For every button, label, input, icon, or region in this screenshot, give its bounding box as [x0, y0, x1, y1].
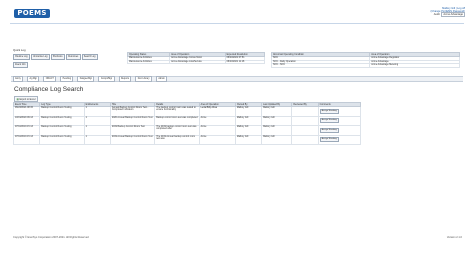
outcomes-button[interactable]: Outcomes: [65, 54, 81, 60]
table-cell: Acme Advantage Metering: [369, 63, 460, 68]
table-row[interactable]: 07/16/2019 15:13 Backup Control Room Tes…: [12, 134, 362, 145]
header-divider: [10, 23, 464, 24]
quick-log-row-1: Routine Log Unroutine Log Shortcuts Outc…: [13, 54, 98, 60]
details-cell: The 2019 Annual backup control room test…: [154, 134, 200, 145]
area-cell: Leola/Billy Allwa: [198, 106, 236, 117]
owned-by-cell: Mallory Gill: [234, 134, 263, 145]
nav-ag-mgr[interactable]: Ag Mgr: [27, 76, 40, 82]
entitlements-cell: 1: [83, 115, 111, 126]
entitlements-cell: 1: [83, 125, 111, 136]
owned-by-cell: Mallory Gill: [234, 125, 263, 136]
table-row[interactable]: SOC - SOC Acme Advantage Metering: [270, 63, 460, 68]
area-cell: Acme: [198, 125, 236, 136]
copyright-text: Copyright © EnerSys Corporation 2007-202…: [13, 236, 89, 239]
version-text: Version 2.1.0: [446, 236, 462, 239]
reviewed-by-cell: [291, 106, 319, 117]
assign-reading-button[interactable]: Assign Reading: [319, 127, 339, 133]
details-cell: The backup control room was tested to en…: [154, 106, 200, 117]
area-cell: Acme: [198, 134, 236, 145]
role-label: Audit: [433, 13, 440, 17]
owned-by-cell: Mallory Gill: [234, 115, 263, 126]
log-type-cell: Backup Control Room Testing: [39, 106, 85, 117]
entitlements-cell: 1: [83, 106, 111, 117]
reviewed-by-cell: [291, 125, 319, 136]
updated-by-cell: Mallory Gill: [261, 106, 293, 117]
log-type-cell: Backup Control Room Testing: [39, 125, 85, 136]
event-time-cell: 10/19/2020 09:13: [12, 115, 41, 126]
org-select[interactable]: Acme Advantage: [441, 12, 465, 18]
operating-status-table: Operating Status Area of Operation Expec…: [126, 52, 266, 65]
comments-cell: Assign Reading: [317, 115, 362, 126]
role-org-line: Audit Acme Advantage: [431, 12, 465, 18]
nav-pending[interactable]: Pending: [60, 76, 74, 82]
table-cell: 06/24/2021 11:18: [224, 59, 266, 65]
title-cell: 2020 Annual Backup Control Room Test: [109, 115, 156, 126]
area-cell: Acme: [198, 115, 236, 126]
nav-compt-mgr[interactable]: Compt/Mgr: [98, 76, 115, 82]
table-cell: SOC - SOC: [270, 63, 371, 68]
comments-cell: Assign Reading: [317, 134, 362, 145]
nav-doc-library[interactable]: Doc Library: [135, 76, 152, 82]
event-time-cell: 06/23/2021 08:15: [12, 106, 41, 117]
event-time-cell: 07/16/2019 15:13: [12, 134, 41, 145]
assign-reading-button[interactable]: Assign Reading: [319, 108, 339, 114]
details-cell: The 2019 backup control room test was co…: [154, 125, 200, 136]
shortcuts-button[interactable]: Shortcuts: [50, 54, 65, 60]
log-type-cell: Backup Control Room Testing: [39, 134, 85, 145]
title-cell: 2019 Backup Control Room Test: [109, 125, 156, 136]
log-type-cell: Backup Control Room Testing: [39, 115, 85, 126]
title-cell: Annual Backup Control Room Test - Comple…: [109, 106, 156, 117]
comments-cell: Assign Reading: [317, 106, 362, 117]
event-info-button[interactable]: Event Info: [13, 62, 28, 68]
routine-log-button[interactable]: Routine Log: [13, 54, 30, 60]
export-label: Export to Excel: [19, 97, 36, 101]
search-log-button[interactable]: Search Log: [81, 54, 98, 60]
page-title: Compliance Log Search: [14, 86, 84, 93]
poems-logo: POEMS: [14, 9, 50, 18]
details-cell: Backup control room test was completed: [154, 115, 200, 126]
table-cell: Maintenance Activities: [126, 59, 171, 65]
nav-fatigue-mgr[interactable]: Fatigue/Mgr: [77, 76, 95, 82]
entitlements-cell: 1: [83, 134, 111, 145]
user-panel: Mallory Gill | Log off (Change PLOEMS Pa…: [431, 7, 465, 18]
table-row[interactable]: Maintenance Activities Acme Advantage Li…: [126, 59, 266, 65]
owned-by-cell: Mallory Gill: [234, 106, 263, 117]
nav-admin[interactable]: Admin: [155, 76, 168, 82]
results-table: Event Time Log Type Entitlements Title D…: [12, 102, 362, 145]
table-row[interactable]: 10/19/2020 09:13 Backup Control Room Tes…: [12, 115, 362, 126]
assign-reading-button[interactable]: Assign Reading: [319, 118, 339, 124]
table-row[interactable]: 06/23/2021 08:15 Backup Control Room Tes…: [12, 106, 362, 117]
nav-reports[interactable]: Reports: [118, 76, 132, 82]
abnormal-condition-table: Abnormal Operating Condition Area of Ope…: [270, 52, 460, 68]
reviewed-by-cell: [291, 115, 319, 126]
updated-by-cell: Mallory Gill: [261, 115, 293, 126]
nav-entry[interactable]: Entry: [13, 76, 24, 82]
event-time-cell: 07/16/2019 15:13: [12, 125, 41, 136]
updated-by-cell: Mallory Gill: [261, 125, 293, 136]
nav-oract[interactable]: ORACT: [43, 76, 57, 82]
table-row[interactable]: 07/16/2019 15:13 Backup Control Room Tes…: [12, 125, 362, 136]
quick-log-row-2: Event Info: [13, 62, 98, 68]
unroutine-log-button[interactable]: Unroutine Log: [30, 54, 50, 60]
title-cell: 2019 Annual Backup Control Room Test: [109, 134, 156, 145]
main-nav: Entry Ag Mgr ORACT Pending Fatigue/Mgr C…: [11, 76, 463, 82]
assign-reading-button[interactable]: Assign Reading: [319, 137, 339, 143]
comments-cell: Assign Reading: [317, 125, 362, 136]
updated-by-cell: Mallory Gill: [261, 134, 293, 145]
quick-log-title: Quick Log: [13, 48, 26, 52]
quick-log-panel: Quick Log Routine Log Unroutine Log Shor…: [13, 48, 98, 68]
reviewed-by-cell: [291, 134, 319, 145]
table-cell: Acme Advantage Lina/Service: [169, 59, 226, 65]
